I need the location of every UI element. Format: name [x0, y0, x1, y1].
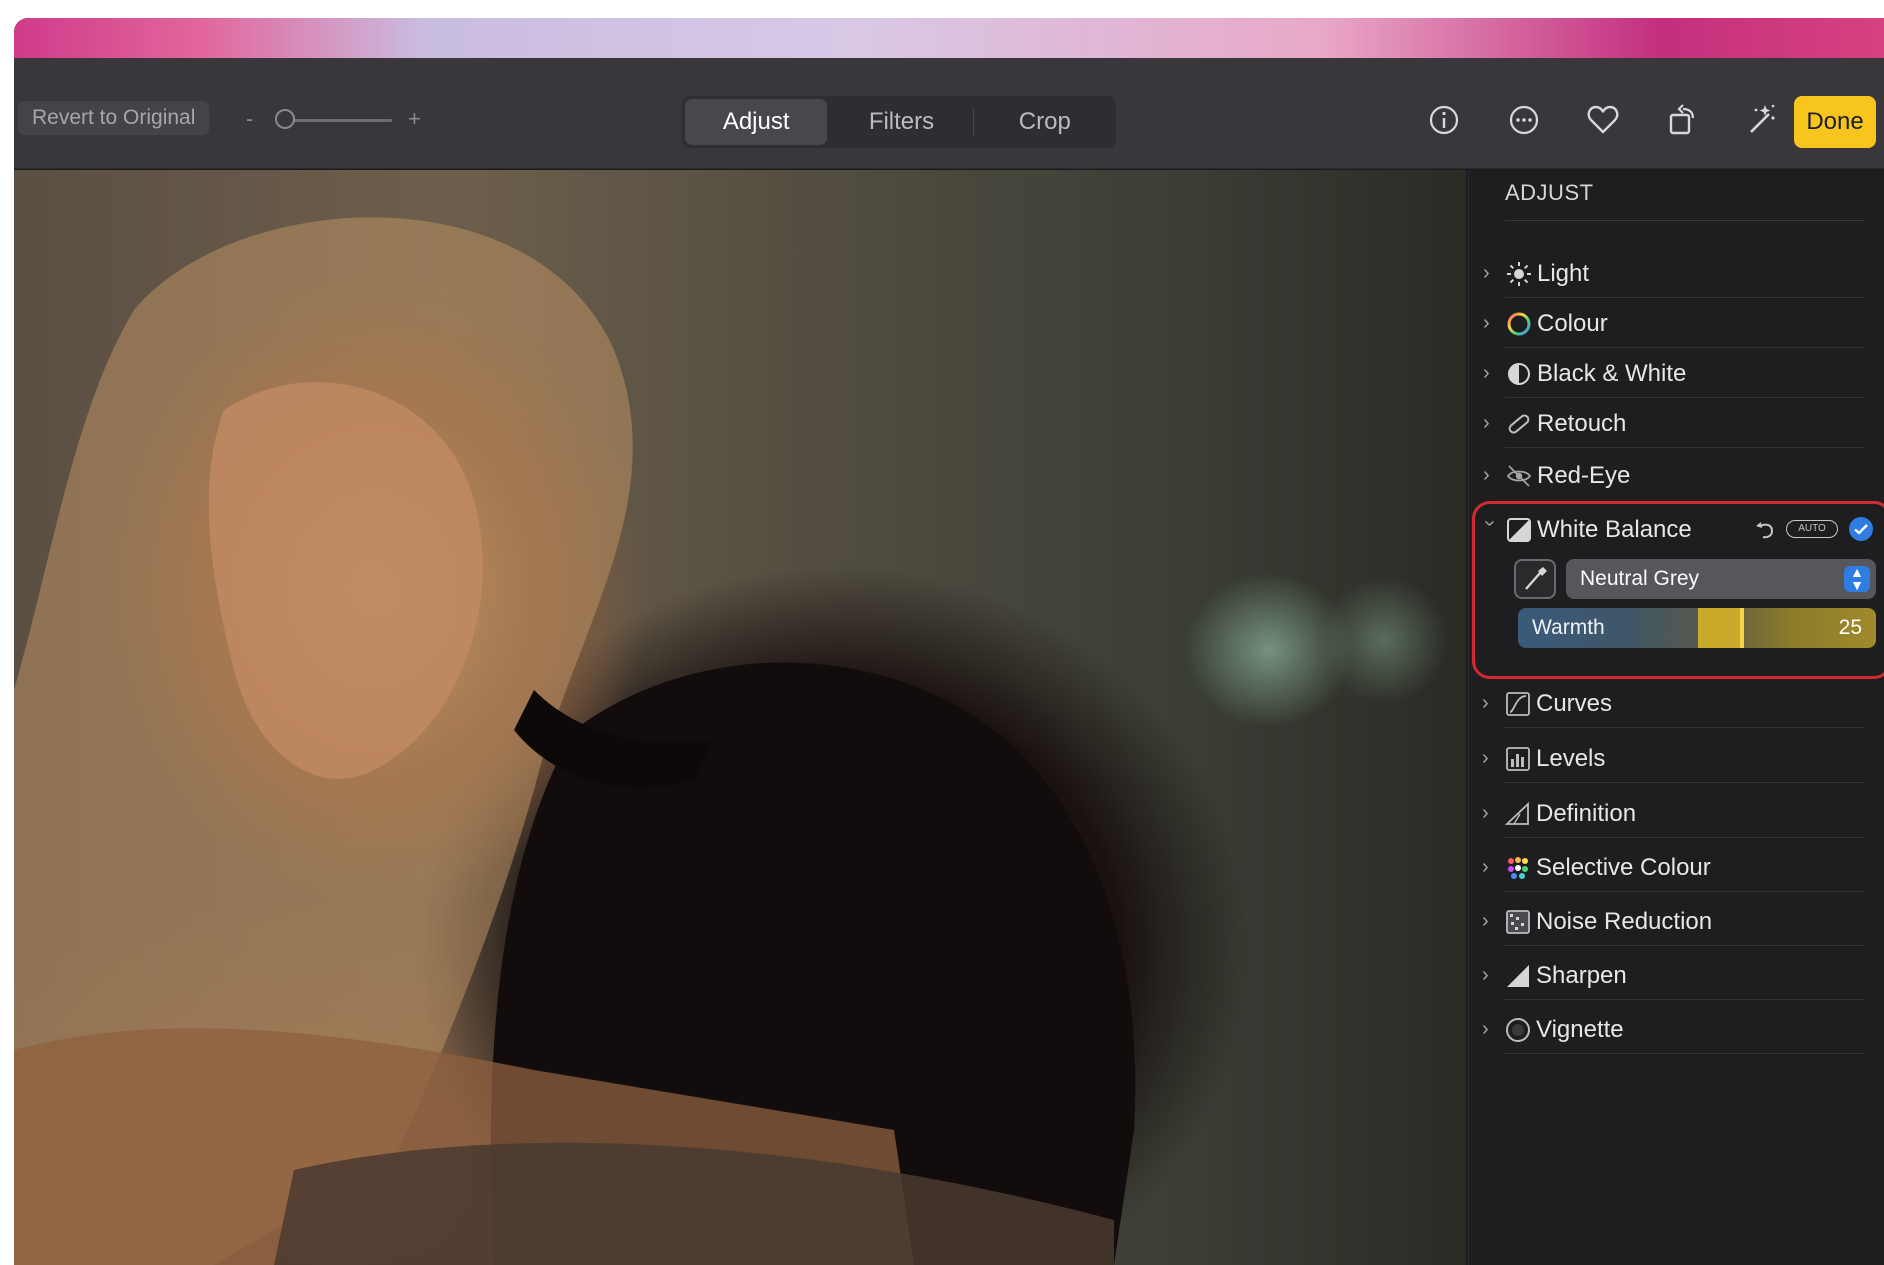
white-balance-actions: AUTO: [1754, 516, 1884, 546]
zoom-knob[interactable]: [275, 109, 295, 129]
item-divider: [1505, 297, 1864, 298]
chevron-right-icon[interactable]: ›: [1483, 262, 1501, 284]
info-icon[interactable]: [1424, 100, 1464, 140]
heart-icon[interactable]: [1583, 100, 1623, 140]
updown-arrows-icon[interactable]: ▲ ▼: [1844, 565, 1870, 592]
warmth-fill: [1698, 608, 1744, 648]
done-button[interactable]: Done: [1794, 96, 1876, 148]
chevron-right-icon[interactable]: ›: [1483, 312, 1501, 334]
warmth-label: Warmth: [1532, 616, 1605, 639]
adjust-item-light[interactable]: › Light: [1469, 250, 1864, 298]
rotate-icon[interactable]: [1662, 100, 1702, 140]
photo-canvas[interactable]: [14, 170, 1466, 1265]
bandage-icon: [1505, 410, 1533, 438]
adjust-item-label: Black & White: [1537, 360, 1687, 387]
more-options-icon[interactable]: [1504, 100, 1544, 140]
adjust-item-red-eye[interactable]: › Red-Eye: [1469, 452, 1864, 500]
item-divider: [1505, 347, 1864, 348]
chevron-right-icon[interactable]: ›: [1483, 412, 1501, 434]
adjust-item-label: Light: [1537, 260, 1590, 287]
chevron-right-icon[interactable]: ›: [1483, 464, 1501, 486]
edit-toolbar: Revert to Original - + Adjust Filters Cr…: [14, 58, 1884, 169]
chevron-right-icon[interactable]: ›: [1483, 362, 1501, 384]
adjust-item-retouch[interactable]: › Retouch: [1469, 400, 1864, 448]
item-divider: [1505, 447, 1864, 448]
desktop-wallpaper: [14, 18, 1884, 58]
photos-editor-window: Revert to Original - + Adjust Filters Cr…: [14, 18, 1884, 1265]
adjust-item-colour[interactable]: › Colour: [1469, 300, 1864, 348]
adjust-item-label: Red-Eye: [1537, 462, 1631, 489]
adjust-item-label: Colour: [1537, 310, 1608, 337]
checkmark-icon[interactable]: [1848, 516, 1874, 547]
auto-button[interactable]: AUTO: [1786, 520, 1838, 538]
colour-circle-icon: [1505, 310, 1533, 338]
tab-adjust[interactable]: Adjust: [685, 99, 828, 145]
sidebar-header: ADJUST: [1505, 180, 1594, 205]
photo-image: [14, 217, 1136, 1265]
edit-mode-tabs: Adjust Filters Crop: [682, 96, 1116, 148]
adjust-sidebar: ADJUST › Light › Colour › Black & White …: [1468, 170, 1884, 1265]
adjust-item-label: Retouch: [1537, 410, 1627, 437]
zoom-slider[interactable]: - +: [246, 106, 426, 134]
eye-icon: [1505, 462, 1533, 490]
zoom-track[interactable]: [282, 119, 392, 122]
zoom-out-icon[interactable]: -: [246, 106, 253, 132]
eyedropper-button[interactable]: [1514, 559, 1556, 599]
warmth-slider[interactable]: Warmth 25: [1518, 608, 1876, 648]
tab-filters[interactable]: Filters: [830, 96, 972, 148]
eyedropper-icon: [1525, 567, 1547, 590]
undo-icon[interactable]: [1754, 518, 1776, 547]
white-balance-preset-select[interactable]: Neutral Grey ▲ ▼: [1566, 559, 1876, 599]
preset-value: Neutral Grey: [1580, 567, 1700, 590]
warmth-value: 25: [1838, 616, 1862, 639]
half-circle-icon: [1505, 360, 1533, 388]
item-divider: [1505, 397, 1864, 398]
sun-icon: [1505, 260, 1533, 288]
tab-crop[interactable]: Crop: [974, 96, 1116, 148]
magic-wand-icon[interactable]: [1741, 100, 1781, 140]
warmth-handle[interactable]: [1740, 608, 1744, 648]
zoom-in-icon[interactable]: +: [408, 106, 421, 132]
adjust-item-black-white[interactable]: › Black & White: [1469, 350, 1864, 398]
revert-to-original-button[interactable]: Revert to Original: [18, 101, 210, 135]
sidebar-header-divider: [1505, 220, 1864, 221]
